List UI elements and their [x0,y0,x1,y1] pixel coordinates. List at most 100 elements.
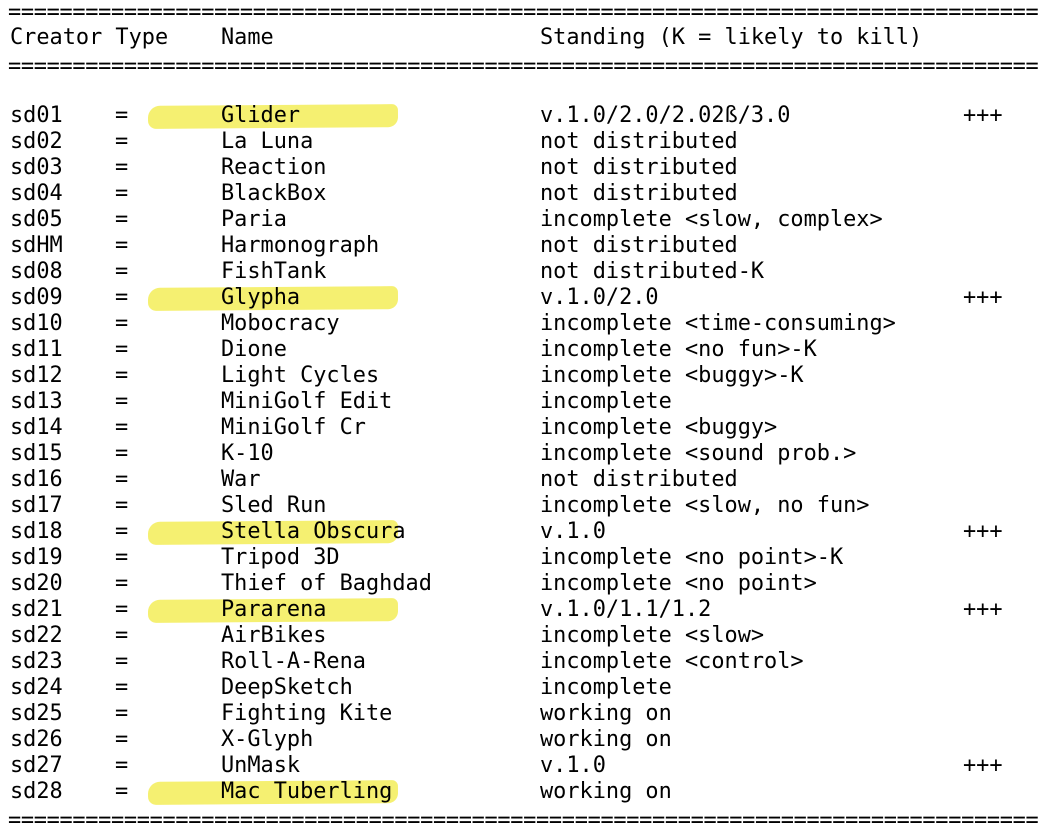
table-row: sd04 = BlackBox not distributed [0,181,1048,207]
creator-code: sd04 [10,181,63,206]
standing-text: not distributed-K [540,259,765,284]
game-name: X-Glyph [221,727,314,752]
table-row: sd09 = Glypha v.1.0/2.0 +++ [0,285,1048,311]
creator-code: sd05 [10,207,63,232]
table-row: sd11 = Dione incomplete <no fun>-K [0,337,1048,363]
table-row: sd13 = MiniGolf Edit incomplete [0,389,1048,415]
creator-code: sd20 [10,571,63,596]
game-name: Thief of Baghdad [221,571,432,596]
game-name: MiniGolf Edit [221,389,393,414]
standing-text: not distributed [540,155,738,180]
game-name: Mac Tuberling [221,779,393,804]
creator-code: sd22 [10,623,63,648]
type-symbol: = [115,311,129,336]
standing-text: incomplete <buggy>-K [540,363,804,388]
game-name: AirBikes [221,623,327,648]
creator-code: sd18 [10,519,63,544]
standing-text: working on [540,701,672,726]
standing-text: incomplete <no point>-K [540,545,844,570]
table-row: sd02 = La Luna not distributed [0,129,1048,155]
creator-code: sd11 [10,337,63,362]
bottom-separator: ========================================… [8,808,1039,833]
rating-mark: +++ [963,519,1003,544]
type-symbol: = [115,389,129,414]
table-row: sd14 = MiniGolf Cr incomplete <buggy> [0,415,1048,441]
creator-code: sd01 [10,103,63,128]
table-row: sd28 = Mac Tuberling working on [0,779,1048,805]
standing-text: incomplete <buggy> [540,415,778,440]
game-name: Glider [221,103,301,128]
creator-code: sd10 [10,311,63,336]
type-symbol: = [115,285,129,310]
standing-text: incomplete <sound prob.> [540,441,857,466]
game-name: MiniGolf Cr [221,415,366,440]
standing-text: incomplete <time-consuming> [540,311,896,336]
game-name: Mobocracy [221,311,340,336]
rating-mark: +++ [963,753,1003,778]
table-row: sd25 = Fighting Kite working on [0,701,1048,727]
game-name: Light Cycles [221,363,380,388]
standing-text: not distributed [540,467,738,492]
type-symbol: = [115,779,129,804]
type-symbol: = [115,415,129,440]
game-name: Harmonograph [221,233,380,258]
standing-text: incomplete <slow, no fun> [540,493,870,518]
table-row: sd23 = Roll-A-Rena incomplete <control> [0,649,1048,675]
table-row: sd17 = Sled Run incomplete <slow, no fun> [0,493,1048,519]
creator-code: sd14 [10,415,63,440]
type-symbol: = [115,519,129,544]
standing-text: working on [540,779,672,804]
header-creator-type: Creator Type [10,25,169,50]
type-symbol: = [115,207,129,232]
game-name: Fighting Kite [221,701,393,726]
creator-code: sd08 [10,259,63,284]
game-name: Pararena [221,597,327,622]
table-row: sd05 = Paria incomplete <slow, complex> [0,207,1048,233]
type-symbol: = [115,493,129,518]
rating-mark: +++ [963,285,1003,310]
type-symbol: = [115,233,129,258]
type-symbol: = [115,649,129,674]
table-row: sd22 = AirBikes incomplete <slow> [0,623,1048,649]
game-name: Tripod 3D [221,545,340,570]
game-name: Stella Obscura [221,519,406,544]
type-symbol: = [115,727,129,752]
type-symbol: = [115,675,129,700]
game-name: Glypha [221,285,301,310]
creator-code: sdHM [10,233,63,258]
type-symbol: = [115,623,129,648]
game-name: FishTank [221,259,327,284]
creator-code: sd25 [10,701,63,726]
type-symbol: = [115,103,129,128]
game-name: DeepSketch [221,675,353,700]
table-row: sd15 = K-10 incomplete <sound prob.> [0,441,1048,467]
type-symbol: = [115,259,129,284]
standing-text: working on [540,727,672,752]
creator-code: sd28 [10,779,63,804]
table-row: sdHM = Harmonograph not distributed [0,233,1048,259]
standing-text: incomplete <control> [540,649,804,674]
creator-code: sd19 [10,545,63,570]
standing-text: not distributed [540,181,738,206]
game-name: Dione [221,337,287,362]
table-row: sd03 = Reaction not distributed [0,155,1048,181]
creator-code: sd26 [10,727,63,752]
type-symbol: = [115,363,129,388]
rating-mark: +++ [963,103,1003,128]
table-row: sd24 = DeepSketch incomplete [0,675,1048,701]
table-row: sd21 = Pararena v.1.0/1.1/1.2 +++ [0,597,1048,623]
table-row: sd20 = Thief of Baghdad incomplete <no poin… [0,571,1048,597]
table-row: sd12 = Light Cycles incomplete <buggy>-K [0,363,1048,389]
table-header: Creator Type Name Standing (K = likely t… [0,25,1048,51]
creator-code: sd12 [10,363,63,388]
game-name: Roll-A-Rena [221,649,366,674]
header-separator: ========================================… [8,54,1039,79]
table-row: sd10 = Mobocracy incomplete <time-consuming… [0,311,1048,337]
header-name: Name [221,25,274,50]
standing-text: v.1.0 [540,519,606,544]
top-separator: ========================================… [8,0,1039,25]
type-symbol: = [115,701,129,726]
table-row: sd18 = Stella Obscura v.1.0 +++ [0,519,1048,545]
creator-code: sd16 [10,467,63,492]
game-name: Sled Run [221,493,327,518]
